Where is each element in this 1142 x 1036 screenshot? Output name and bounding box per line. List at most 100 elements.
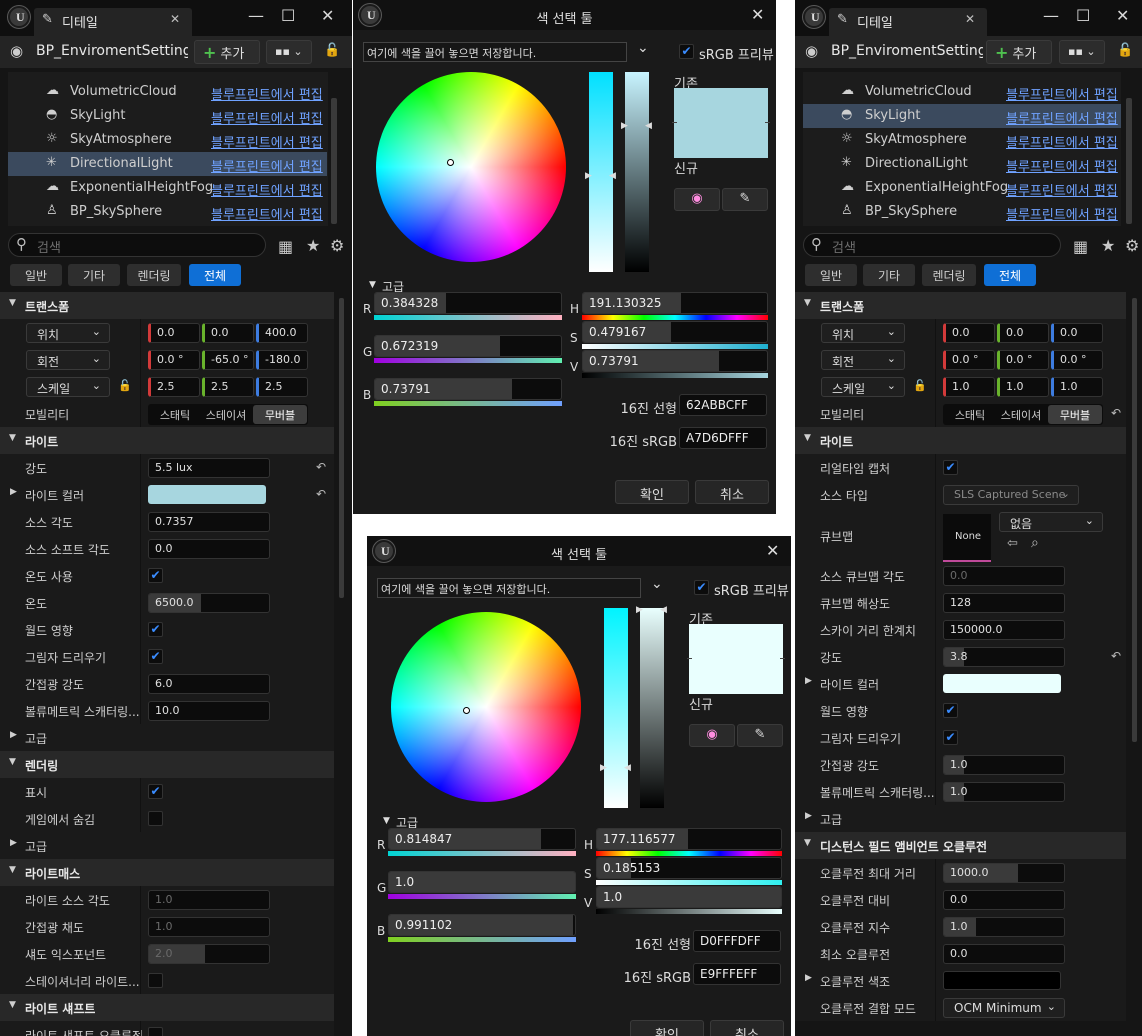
ok-button[interactable]: 확인	[615, 480, 689, 504]
scale-combo[interactable]: 스케일 ⌄	[821, 377, 905, 397]
add-component-button[interactable]: + 추가	[194, 40, 260, 64]
mobility-option[interactable]: 스태틱	[945, 405, 995, 424]
edit-in-blueprint-link[interactable]: 블루프린트에서 편집	[1006, 108, 1118, 127]
component-row[interactable]: ✳ DirectionalLight 블루프린트에서 편집	[803, 152, 1121, 176]
browse-asset-icon[interactable]: ⌕	[1031, 535, 1039, 551]
z-field[interactable]: -180.0	[256, 350, 308, 370]
g-channel-field[interactable]: 1.0	[388, 871, 576, 893]
saturation-slider[interactable]	[604, 608, 628, 808]
component-list-scrollbar[interactable]	[1126, 98, 1132, 224]
category-header[interactable]: ▼ 라이트	[0, 427, 334, 454]
expand-arrow-icon[interactable]: ▶	[10, 487, 17, 497]
filter-tab[interactable]: 기타	[863, 264, 915, 286]
rotation-combo[interactable]: 회전 ⌄	[26, 350, 110, 370]
color-wheel-mode-button[interactable]: ◉	[689, 724, 735, 747]
slider-handle-icon[interactable]: ◀	[609, 171, 616, 181]
b-channel-field[interactable]: 0.991102	[388, 914, 576, 936]
v-channel-field[interactable]: 1.0	[596, 886, 782, 908]
lock-icon[interactable]: 🔓	[1117, 43, 1133, 58]
sky-distance-threshold-field[interactable]: 150000.0	[943, 620, 1065, 640]
z-field[interactable]: 0.0 °	[1051, 350, 1103, 370]
ok-button[interactable]: 확인	[630, 1020, 704, 1036]
y-field[interactable]: -65.0 °	[202, 350, 254, 370]
lock-icon[interactable]: 🔓	[913, 379, 927, 392]
x-field[interactable]: 0.0	[148, 323, 200, 343]
eyedropper-button[interactable]: ✎	[737, 724, 783, 747]
slider-handle-icon[interactable]: ◀	[645, 121, 652, 131]
color-swatch-drop-area[interactable]: 여기에 색을 끌어 놓으면 저장합니다.	[363, 42, 627, 62]
use-temperature-checkbox[interactable]: ✔	[148, 568, 163, 583]
hex-srgb-field[interactable]: E9FFFEFF	[693, 963, 781, 985]
edit-in-blueprint-link[interactable]: 블루프린트에서 편집	[211, 84, 323, 103]
component-row[interactable]: ♙ BP_SkySphere 블루프린트에서 편집	[803, 200, 1121, 224]
mobility-option[interactable]: 무버블	[1048, 405, 1102, 424]
reset-to-default-icon[interactable]: ↶	[316, 460, 326, 474]
mobility-segmented-control[interactable]: 스태틱 스테이셔 무버블	[943, 404, 1103, 425]
intensity-field[interactable]: 5.5 lux	[148, 458, 270, 478]
slider-handle-icon[interactable]: ◀	[660, 605, 667, 615]
occlusion-max-distance-field[interactable]: 1000.0	[943, 863, 1065, 883]
occlusion-combine-mode-dropdown[interactable]: OCM Minimum ⌄	[943, 998, 1065, 1018]
filter-tab[interactable]: 전체	[189, 264, 241, 286]
chevron-down-icon[interactable]: ⌄	[637, 40, 649, 56]
r-channel-field[interactable]: 0.384328	[374, 292, 562, 314]
lock-icon[interactable]: 🔓	[118, 379, 132, 392]
tab-details[interactable]: ✎ 디테일 ✕	[829, 8, 987, 36]
rotation-combo[interactable]: 회전 ⌄	[821, 350, 905, 370]
stationary-light-checkbox[interactable]	[148, 973, 163, 988]
edit-in-blueprint-link[interactable]: 블루프린트에서 편집	[211, 156, 323, 175]
component-row[interactable]: ◓ SkyLight 블루프린트에서 편집	[8, 104, 327, 128]
source-soft-angle-field[interactable]: 0.0	[148, 539, 270, 559]
expand-arrow-icon[interactable]: ▶	[805, 676, 812, 686]
mobility-option[interactable]: 무버블	[253, 405, 307, 424]
add-component-button[interactable]: + 추가	[986, 40, 1052, 64]
search-input[interactable]: ⚲ 검색	[803, 233, 1061, 257]
srgb-checkbox[interactable]: ✔	[694, 580, 709, 595]
z-field[interactable]: 400.0	[256, 323, 308, 343]
component-row[interactable]: ☁ ExponentialHeightFog 블루프린트에서 편집	[803, 176, 1121, 200]
cubemap-thumbnail[interactable]: None	[943, 514, 991, 562]
hex-linear-field[interactable]: 62ABBCFF	[679, 394, 767, 416]
y-field[interactable]: 0.0	[202, 323, 254, 343]
mobility-option[interactable]: 스태틱	[150, 405, 200, 424]
component-list-scrollbar[interactable]	[331, 98, 337, 224]
location-combo[interactable]: 위치 ⌄	[26, 323, 110, 343]
table-view-icon[interactable]: ▦	[1073, 237, 1088, 256]
light-shaft-occlusion-checkbox[interactable]	[148, 1027, 163, 1036]
filter-tab[interactable]: 일반	[10, 264, 62, 286]
s-channel-gradient[interactable]	[582, 344, 768, 349]
close-icon[interactable]: ✕	[170, 12, 180, 26]
expand-arrow-icon[interactable]: ▶	[805, 973, 812, 983]
filter-tab[interactable]: 렌더링	[922, 264, 976, 286]
advanced-row[interactable]: ▶ 고급	[795, 805, 1126, 832]
settings-gear-icon[interactable]: ⚙	[330, 236, 344, 255]
x-field[interactable]: 1.0	[943, 377, 995, 397]
shadow-exponent-field[interactable]: 2.0	[148, 944, 270, 964]
z-field[interactable]: 0.0	[1051, 323, 1103, 343]
occlusion-contrast-field[interactable]: 0.0	[943, 890, 1065, 910]
reset-to-default-icon[interactable]: ↶	[316, 487, 326, 501]
hex-linear-field[interactable]: D0FFFDFF	[693, 930, 781, 952]
component-row[interactable]: ☁ VolumetricCloud 블루프린트에서 편집	[803, 80, 1121, 104]
cubemap-resolution-field[interactable]: 128	[943, 593, 1065, 613]
volumetric-scattering-field[interactable]: 10.0	[148, 701, 270, 721]
x-field[interactable]: 0.0 °	[148, 350, 200, 370]
color-swatch-drop-area[interactable]: 여기에 색을 끌어 놓으면 저장합니다.	[377, 578, 641, 598]
edit-in-blueprint-link[interactable]: 블루프린트에서 편집	[211, 132, 323, 151]
color-wheel[interactable]	[376, 72, 566, 262]
close-icon[interactable]: ✕	[766, 541, 779, 560]
y-field[interactable]: 0.0	[997, 323, 1049, 343]
table-view-icon[interactable]: ▦	[278, 237, 293, 256]
indirect-intensity-field[interactable]: 6.0	[148, 674, 270, 694]
slider-handle-icon[interactable]: ◀	[624, 763, 631, 773]
collapse-arrow-icon[interactable]: ▼	[369, 280, 376, 290]
z-field[interactable]: 1.0	[1051, 377, 1103, 397]
category-header[interactable]: ▼ 트랜스폼	[795, 292, 1126, 319]
edit-in-blueprint-link[interactable]: 블루프린트에서 편집	[211, 204, 323, 223]
source-cubemap-angle-field[interactable]: 0.0	[943, 566, 1065, 586]
volumetric-scattering-field[interactable]: 1.0	[943, 782, 1065, 802]
light-color-swatch[interactable]	[943, 674, 1061, 693]
component-row[interactable]: ♙ BP_SkySphere 블루프린트에서 편집	[8, 200, 327, 224]
category-header[interactable]: ▼ 라이트	[795, 427, 1126, 454]
cancel-button[interactable]: 취소	[710, 1020, 784, 1036]
